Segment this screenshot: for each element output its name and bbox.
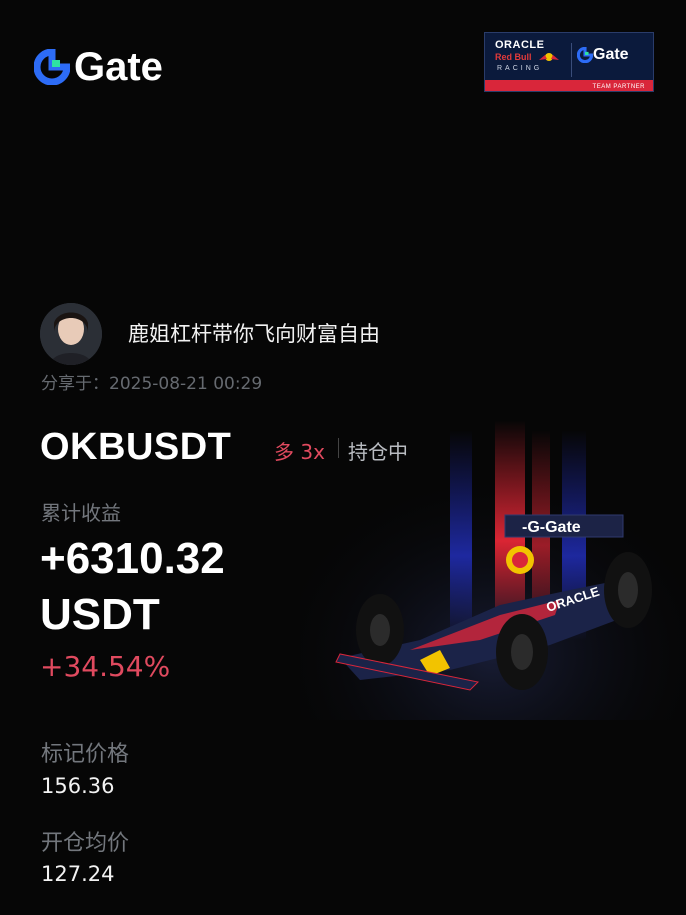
gate-logo-icon [34,49,70,85]
gate-logo: Gate [34,46,163,88]
red-bull-icon [539,53,559,61]
pnl-unit: USDT [40,590,160,639]
partner-footer-bar: TEAM PARTNER [485,80,653,91]
partner-footer-text: TEAM PARTNER [592,84,645,90]
trading-pair: OKBUSDT [40,426,232,468]
partner-gate-logo: Gate [577,46,629,64]
gate-small-icon [577,47,593,63]
avatar [40,303,102,365]
pnl-percent: +34.54% [40,650,171,683]
partner-oracle-text: ORACLE [495,39,545,51]
position-status: 持仓中 [348,440,408,464]
pnl-label: 累计收益 [41,501,121,525]
divider [338,438,339,458]
share-label: 分享于： [41,374,109,394]
partner-gate-text: Gate [593,46,629,63]
partner-racing-text: RACING [497,65,543,72]
entry-price-label: 开仓均价 [41,831,130,856]
position-side-leverage: 多 3x [274,440,325,464]
mark-price-value: 156.36 [41,774,115,798]
partner-redbull-text: Red Bull [495,52,532,62]
share-time: 2025-08-21 00:29 [109,374,263,394]
user-portrait-icon [40,303,102,365]
partner-divider [571,43,572,77]
svg-text:-G-Gate: -G-Gate [522,519,581,536]
mark-price-label: 标记价格 [41,742,130,767]
team-partner-badge: ORACLE Red Bull RACING Gate TEAM PARTNER [484,32,654,92]
brand-name: Gate [74,45,163,89]
username: 鹿姐杠杆带你飞向财富自由 [128,322,380,346]
pnl-value: +6310.32 [40,534,225,583]
entry-price-value: 127.24 [41,862,115,886]
share-info: 分享于：2025-08-21 00:29 [41,369,262,394]
